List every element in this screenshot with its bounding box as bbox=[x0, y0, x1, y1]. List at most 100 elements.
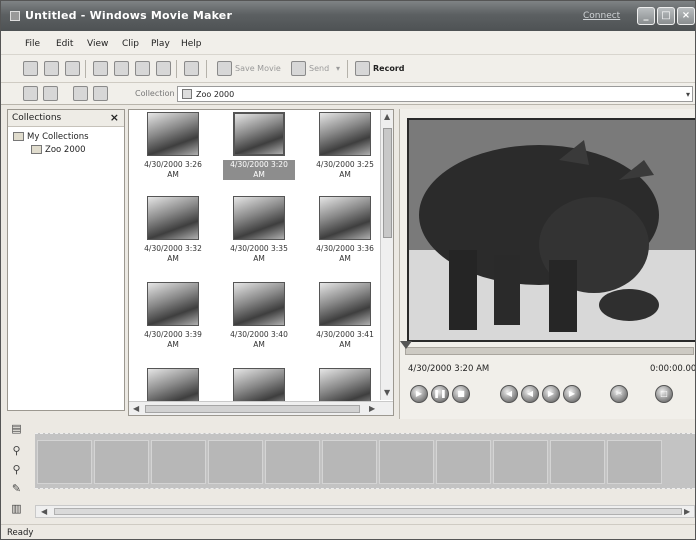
send-dropdown-arrow-icon[interactable]: ▾ bbox=[336, 64, 340, 73]
zoom-in-icon[interactable]: ⚲ bbox=[10, 444, 23, 457]
properties-icon[interactable] bbox=[184, 61, 199, 76]
clip-label: 4/30/2000 3:35 AM bbox=[230, 244, 288, 263]
clip-label-selected: 4/30/2000 3:20 AM bbox=[223, 160, 295, 180]
back-button[interactable]: ◀ bbox=[500, 385, 518, 403]
clip-thumbnail[interactable] bbox=[319, 196, 371, 240]
full-screen-button[interactable]: □ bbox=[655, 385, 673, 403]
scroll-right-arrow-icon[interactable]: ▶ bbox=[369, 404, 375, 413]
clip-thumbnail[interactable] bbox=[319, 282, 371, 326]
clip-thumbnail-selected[interactable] bbox=[233, 112, 285, 156]
title-bar[interactable]: Untitled - Windows Movie Maker Connect _… bbox=[1, 1, 695, 31]
clip-thumbnail[interactable] bbox=[147, 196, 199, 240]
menu-edit[interactable]: Edit bbox=[56, 39, 73, 49]
collection-select-value: Zoo 2000 bbox=[196, 90, 235, 99]
scrollbar-thumb[interactable] bbox=[54, 508, 682, 515]
cut-icon[interactable] bbox=[93, 61, 108, 76]
save-movie-icon bbox=[217, 61, 232, 76]
menu-file[interactable]: File bbox=[25, 39, 40, 49]
storyboard-slot[interactable] bbox=[493, 440, 548, 484]
previous-frame-button[interactable]: ◀ bbox=[521, 385, 539, 403]
storyboard-slot[interactable] bbox=[379, 440, 434, 484]
next-frame-button[interactable]: ▶ bbox=[542, 385, 560, 403]
forward-button[interactable]: ▶ bbox=[563, 385, 581, 403]
clip-label: 4/30/2000 3:36 AM bbox=[316, 244, 374, 263]
save-movie-button[interactable]: Save Movie bbox=[235, 64, 281, 73]
storyboard-slot[interactable] bbox=[265, 440, 320, 484]
storyboard-scrollbar[interactable]: ◀ ▶ bbox=[35, 505, 695, 518]
scroll-left-arrow-icon[interactable]: ◀ bbox=[133, 404, 139, 413]
storyboard-slot[interactable] bbox=[607, 440, 662, 484]
storyboard[interactable] bbox=[35, 433, 695, 489]
preview-screen bbox=[407, 118, 695, 342]
clip-thumbnail[interactable] bbox=[319, 112, 371, 156]
copy-icon[interactable] bbox=[114, 61, 129, 76]
clips-vertical-scrollbar[interactable]: ▲ ▼ bbox=[380, 110, 393, 400]
storyboard-slot[interactable] bbox=[37, 440, 92, 484]
new-collection-icon[interactable] bbox=[43, 86, 58, 101]
audio-levels-icon[interactable]: ▥ bbox=[10, 502, 23, 515]
clip-thumbnail[interactable] bbox=[147, 112, 199, 156]
menu-play[interactable]: Play bbox=[151, 39, 170, 49]
menu-help[interactable]: Help bbox=[181, 39, 202, 49]
clip-thumbnail[interactable] bbox=[233, 196, 285, 240]
record-button[interactable]: Record bbox=[373, 64, 405, 73]
storyboard-slot[interactable] bbox=[550, 440, 605, 484]
status-text: Ready bbox=[7, 528, 34, 538]
delete-icon[interactable] bbox=[156, 61, 171, 76]
storyboard-slot[interactable] bbox=[94, 440, 149, 484]
clip-label: 4/30/2000 3:32 AM bbox=[144, 244, 202, 263]
timeline-toggle-icon[interactable]: ▤ bbox=[10, 422, 23, 435]
playhead-marker-icon[interactable] bbox=[400, 341, 412, 349]
new-project-icon[interactable] bbox=[23, 61, 38, 76]
clips-horizontal-scrollbar[interactable]: ◀ ▶ bbox=[129, 401, 393, 415]
maximize-button[interactable]: □ bbox=[657, 7, 675, 25]
clip-label: 4/30/2000 3:26 AM bbox=[144, 160, 202, 179]
clip-thumbnail[interactable] bbox=[233, 282, 285, 326]
scroll-right-arrow-icon[interactable]: ▶ bbox=[684, 507, 690, 516]
close-icon[interactable]: × bbox=[110, 111, 119, 124]
scrollbar-thumb[interactable] bbox=[383, 128, 392, 238]
storyboard-slot[interactable] bbox=[322, 440, 377, 484]
split-clip-button[interactable]: ✂ bbox=[610, 385, 628, 403]
chevron-down-icon[interactable]: ▾ bbox=[686, 90, 690, 99]
up-one-level-icon[interactable] bbox=[23, 86, 38, 101]
standard-toolbar: Save Movie Send ▾ Record bbox=[1, 55, 695, 83]
save-project-icon[interactable] bbox=[65, 61, 80, 76]
menu-view[interactable]: View bbox=[87, 39, 108, 49]
play-button[interactable]: ▶ bbox=[410, 385, 428, 403]
scroll-up-arrow-icon[interactable]: ▲ bbox=[384, 112, 390, 121]
views-icon[interactable] bbox=[93, 86, 108, 101]
clip-thumbnail[interactable] bbox=[147, 282, 199, 326]
close-button[interactable]: × bbox=[677, 7, 695, 25]
tree-item-zoo-2000[interactable]: Zoo 2000 bbox=[45, 145, 86, 155]
scroll-left-arrow-icon[interactable]: ◀ bbox=[41, 507, 47, 516]
tree-item-my-collections[interactable]: My Collections bbox=[27, 132, 89, 142]
scroll-down-arrow-icon[interactable]: ▼ bbox=[384, 388, 390, 397]
zoom-out-icon[interactable]: ⚲ bbox=[10, 463, 23, 476]
storyboard-tools: ▤ ⚲ ⚲ ✎ ▥ bbox=[7, 420, 31, 520]
record-narration-icon[interactable]: ✎ bbox=[10, 482, 23, 495]
storyboard-slot[interactable] bbox=[151, 440, 206, 484]
paste-icon[interactable] bbox=[135, 61, 150, 76]
send-button[interactable]: Send bbox=[309, 64, 329, 73]
open-project-icon[interactable] bbox=[44, 61, 59, 76]
collections-toggle-icon[interactable] bbox=[73, 86, 88, 101]
status-bar: Ready bbox=[1, 524, 695, 539]
collections-pane: Collections × My Collections Zoo 2000 bbox=[7, 109, 125, 411]
pause-button[interactable]: ❚❚ bbox=[431, 385, 449, 403]
clip-label: 4/30/2000 3:40 AM bbox=[230, 330, 288, 349]
scrollbar-thumb[interactable] bbox=[145, 405, 360, 413]
clip-label: 4/30/2000 3:41 AM bbox=[316, 330, 374, 349]
connect-link[interactable]: Connect bbox=[583, 11, 620, 21]
time-display: 0:00:00.00 bbox=[650, 364, 696, 374]
collection-select[interactable]: Zoo 2000 ▾ bbox=[177, 86, 693, 102]
toolbar-separator bbox=[85, 60, 86, 78]
seek-bar[interactable] bbox=[405, 347, 694, 355]
menu-clip[interactable]: Clip bbox=[122, 39, 139, 49]
storyboard-slot[interactable] bbox=[436, 440, 491, 484]
storyboard-slot[interactable] bbox=[208, 440, 263, 484]
stop-button[interactable]: ■ bbox=[452, 385, 470, 403]
minimize-button[interactable]: _ bbox=[637, 7, 655, 25]
toolbar-separator bbox=[176, 60, 177, 78]
clip-label: 4/30/2000 3:39 AM bbox=[144, 330, 202, 349]
